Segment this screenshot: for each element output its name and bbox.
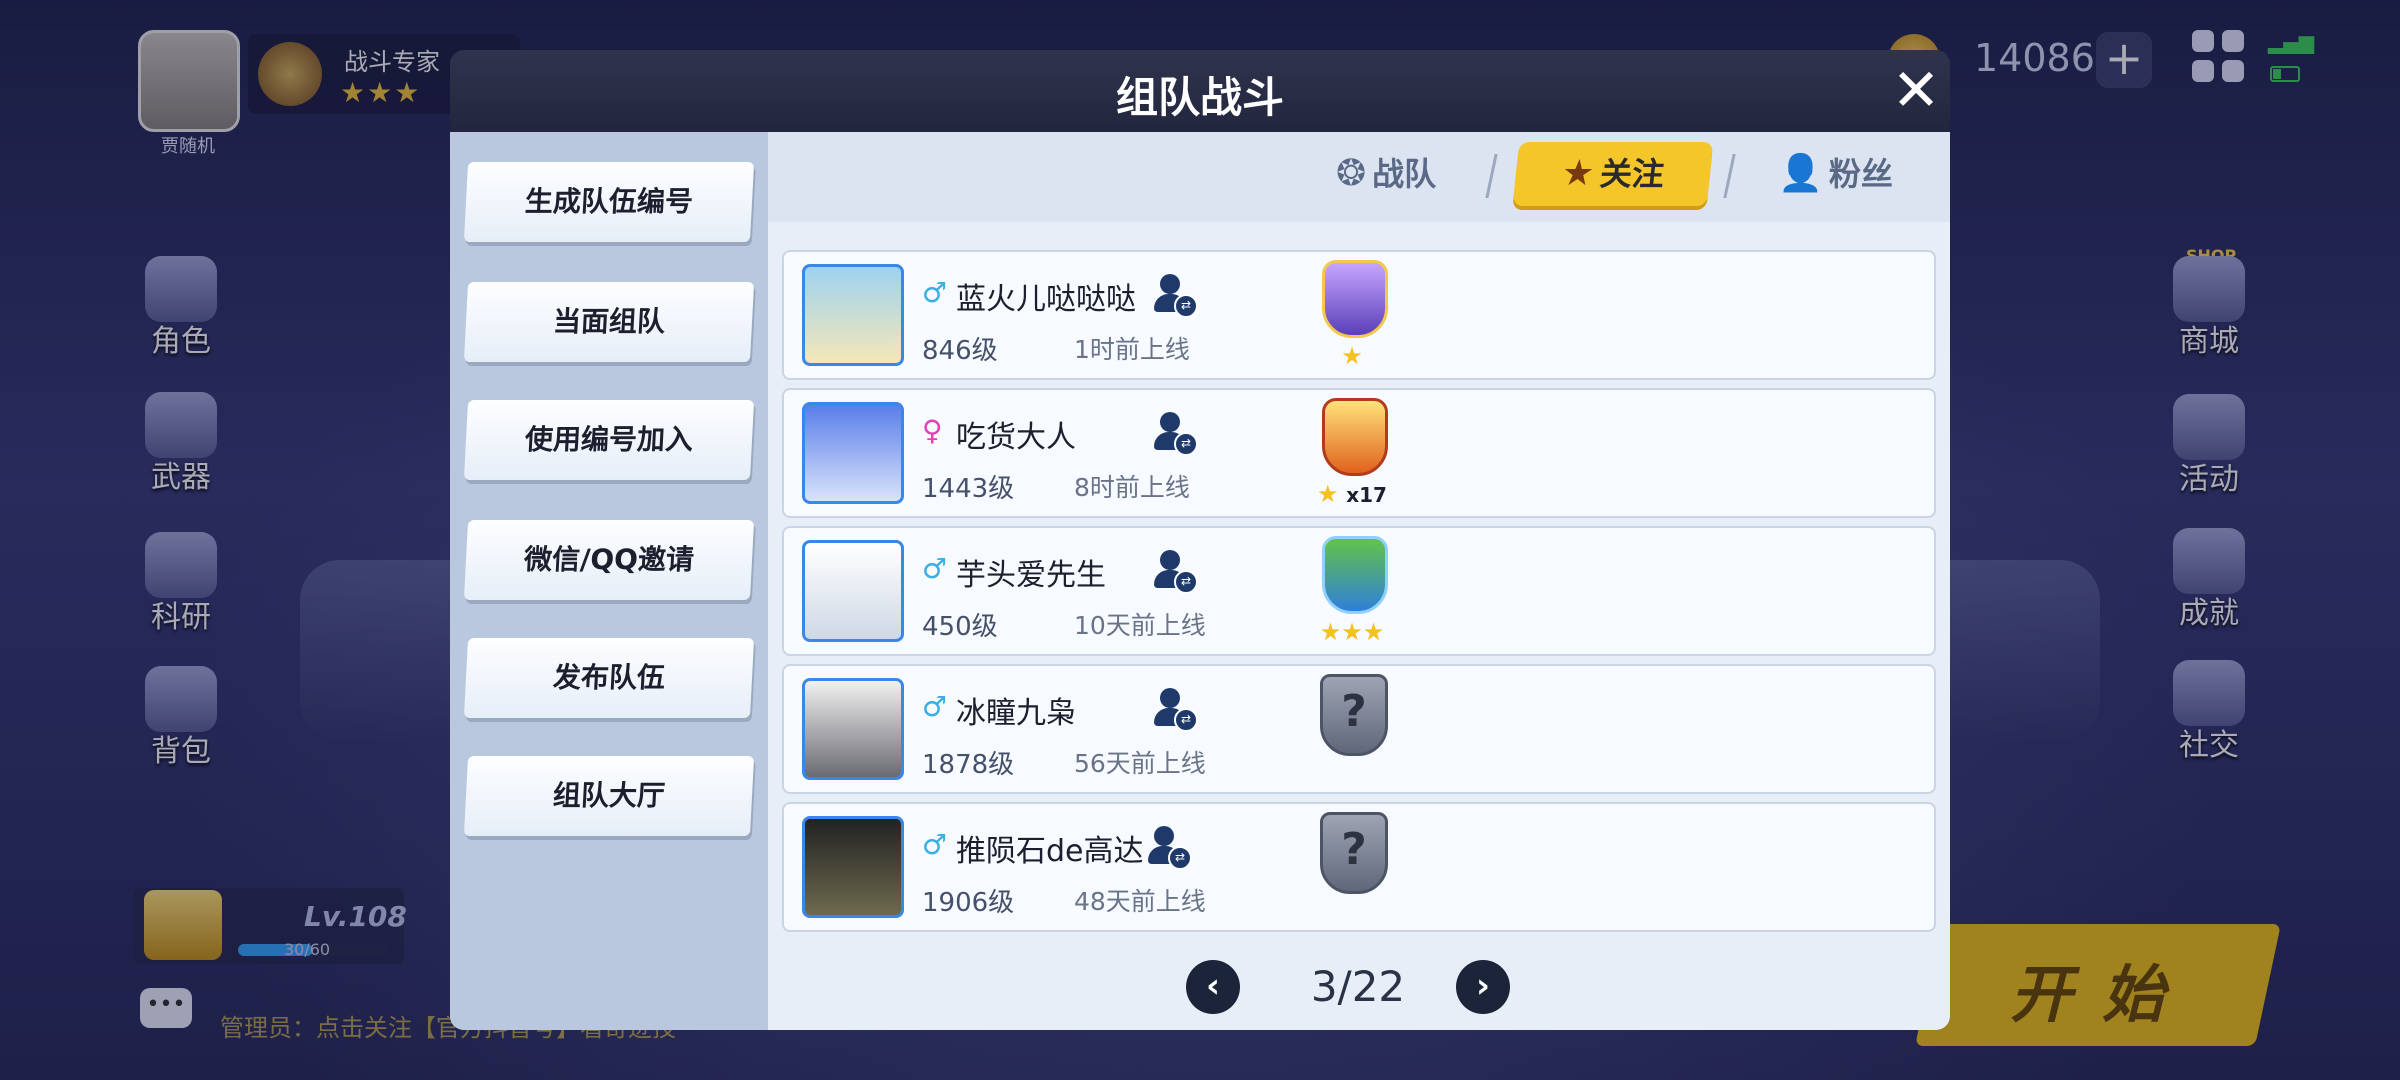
mutual-follow-icon[interactable]: ⇄	[1154, 412, 1198, 456]
female-icon: ♀	[922, 414, 943, 447]
rank-badge-icon: ★	[1304, 258, 1400, 370]
last-online: 10天前上线	[1074, 611, 1206, 640]
tab-bar: ❂ 战队 ★关注 👤 粉丝	[768, 132, 1950, 222]
male-icon: ♂	[922, 276, 948, 309]
unknown-rank-icon: ?	[1320, 812, 1388, 894]
shield-icon	[1322, 536, 1388, 614]
generate-team-id-button[interactable]: 生成队伍编号	[463, 162, 755, 242]
list-item[interactable]: ♀ 吃货大人 ⇄ 1443级 8时前上线 ★ x17	[782, 388, 1936, 518]
list-item[interactable]: ♂ 芋头爱先生 ⇄ 450级 10天前上线 ★★★	[782, 526, 1936, 656]
rank-badge-icon: ★ x17	[1304, 396, 1400, 508]
team-emblem-icon: ❂	[1336, 153, 1367, 194]
tab-divider	[1723, 154, 1736, 198]
player-name: 蓝火儿哒哒哒	[956, 282, 1136, 317]
tab-divider	[1485, 154, 1498, 198]
list-item[interactable]: ♂ 冰瞳九枭 ⇄ 1878级 56天前上线 ?	[782, 664, 1936, 794]
list-item[interactable]: ♂ 蓝火儿哒哒哒 ⇄ 846级 1时前上线 ★	[782, 250, 1936, 380]
player-level: 1906级	[922, 888, 1015, 918]
page-indicator: 3/22	[1310, 962, 1406, 1011]
badge-count: x17	[1346, 483, 1387, 507]
join-by-id-button[interactable]: 使用编号加入	[463, 400, 755, 480]
team-lobby-button[interactable]: 组队大厅	[463, 756, 755, 836]
tab-fans[interactable]: 👤 粉丝	[1778, 142, 1918, 206]
player-list-panel: ❂ 战队 ★关注 👤 粉丝 ♂ 蓝火儿哒哒哒 ⇄ 846级 1时前上线 ★ ♀ …	[768, 132, 1950, 1030]
mutual-follow-icon[interactable]: ⇄	[1154, 550, 1198, 594]
mutual-follow-icon[interactable]: ⇄	[1154, 688, 1198, 732]
dialog-title: 组队战斗	[1115, 73, 1284, 122]
unknown-rank-icon: ?	[1320, 674, 1388, 756]
last-online: 56天前上线	[1074, 749, 1206, 778]
wechat-qq-invite-button[interactable]: 微信/QQ邀请	[463, 520, 755, 600]
tab-following[interactable]: ★关注	[1512, 142, 1714, 206]
player-name: 冰瞳九枭	[956, 696, 1076, 731]
dialog-header: 组队战斗 ✕	[450, 50, 1950, 132]
shield-icon	[1322, 398, 1388, 476]
last-online: 8时前上线	[1074, 473, 1190, 502]
avatar[interactable]	[802, 816, 904, 918]
shield-icon	[1322, 260, 1388, 338]
pagination: ‹ 3/22 ›	[768, 958, 1950, 1022]
player-level: 1443级	[922, 474, 1015, 504]
list-item[interactable]: ♂ 推陨石de高达 ⇄ 1906级 48天前上线 ?	[782, 802, 1936, 932]
team-battle-dialog: 组队战斗 ✕ 生成队伍编号 当面组队 使用编号加入 微信/QQ邀请 发布队伍 组…	[450, 50, 1950, 1030]
close-button[interactable]: ✕	[1886, 60, 1946, 120]
last-online: 1时前上线	[1074, 335, 1190, 364]
player-name: 吃货大人	[956, 420, 1076, 455]
last-online: 48天前上线	[1074, 887, 1206, 916]
avatar[interactable]	[802, 264, 904, 366]
mutual-follow-icon[interactable]: ⇄	[1148, 826, 1192, 870]
action-menu: 生成队伍编号 当面组队 使用编号加入 微信/QQ邀请 发布队伍 组队大厅	[450, 132, 768, 1030]
star-icon: ★	[1559, 153, 1597, 194]
avatar[interactable]	[802, 402, 904, 504]
male-icon: ♂	[922, 828, 948, 861]
tab-label: 粉丝	[1828, 155, 1893, 193]
male-icon: ♂	[922, 552, 948, 585]
player-name: 芋头爱先生	[956, 558, 1106, 593]
badge-stars: ★★★	[1319, 618, 1385, 646]
male-icon: ♂	[922, 690, 948, 723]
badge-stars: ★ x17	[1317, 480, 1387, 508]
tab-label: 战队	[1372, 155, 1437, 193]
next-page-button[interactable]: ›	[1456, 960, 1510, 1014]
player-level: 1878级	[922, 750, 1015, 780]
player-level: 846级	[922, 336, 998, 366]
dialog-body: 生成队伍编号 当面组队 使用编号加入 微信/QQ邀请 发布队伍 组队大厅 ❂ 战队…	[450, 132, 1950, 1030]
player-name: 推陨石de高达	[956, 834, 1144, 869]
avatar[interactable]	[802, 540, 904, 642]
prev-page-button[interactable]: ‹	[1186, 960, 1240, 1014]
tab-label: 关注	[1598, 155, 1667, 193]
avatar[interactable]	[802, 678, 904, 780]
mutual-follow-icon[interactable]: ⇄	[1154, 274, 1198, 318]
face-to-face-team-button[interactable]: 当面组队	[463, 282, 755, 362]
add-user-icon: 👤	[1778, 153, 1823, 194]
player-level: 450级	[922, 612, 998, 642]
publish-team-button[interactable]: 发布队伍	[463, 638, 755, 718]
rank-badge-icon: ★★★	[1304, 534, 1400, 646]
tab-team[interactable]: ❂ 战队	[1336, 142, 1466, 206]
badge-stars: ★	[1341, 342, 1363, 370]
